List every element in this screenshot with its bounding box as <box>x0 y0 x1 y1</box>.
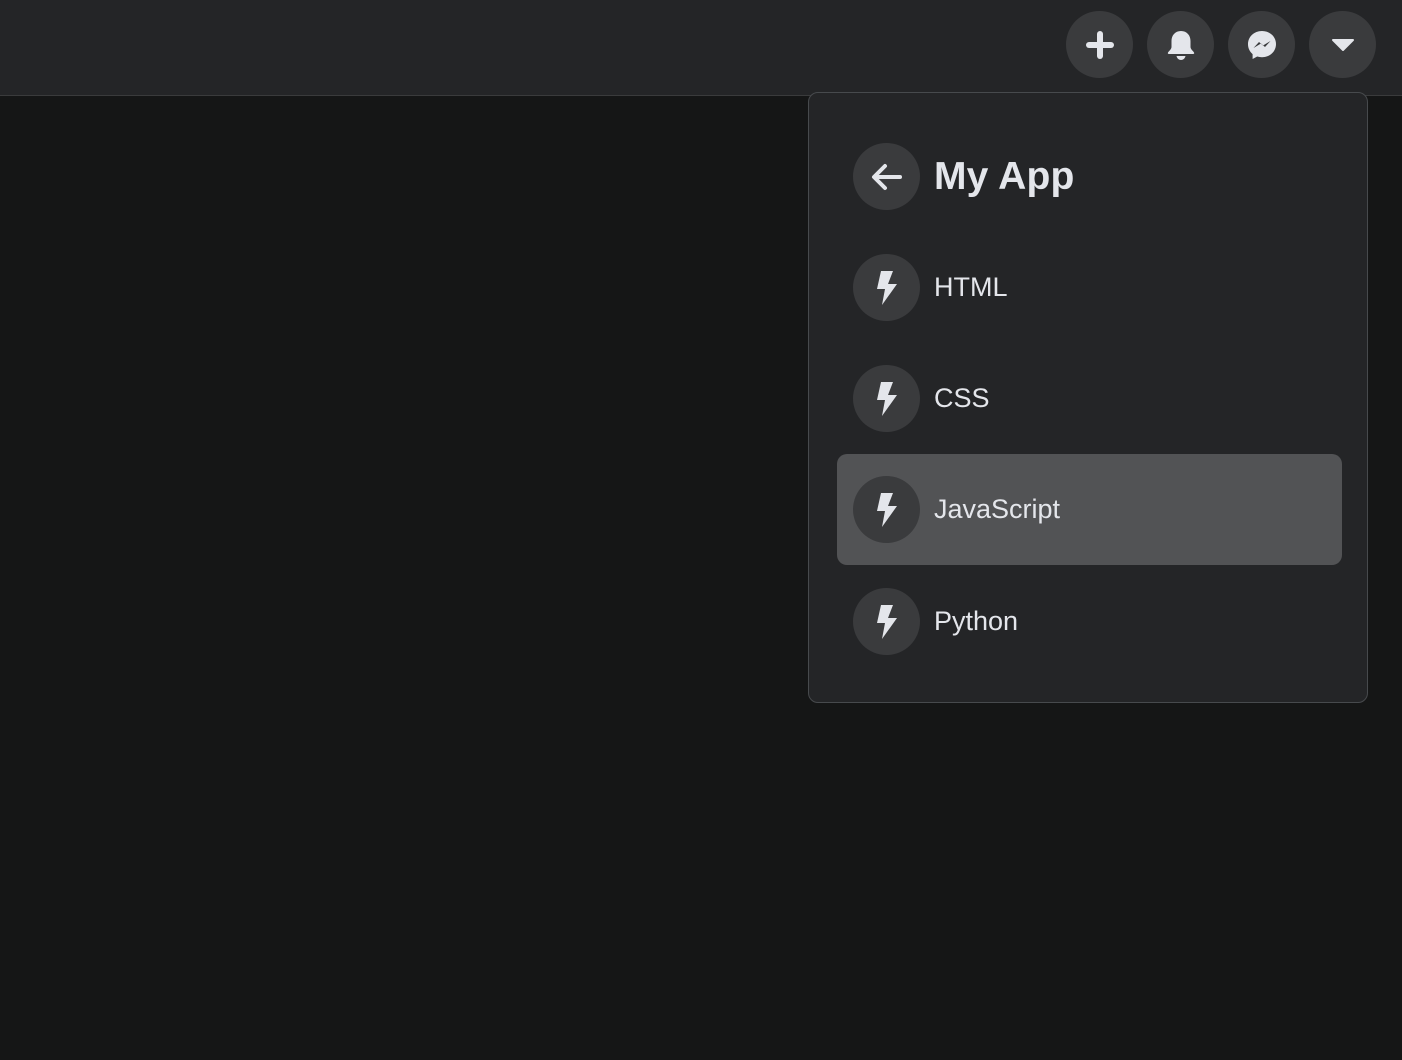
back-button[interactable] <box>853 143 920 210</box>
bolt-icon <box>876 381 897 416</box>
messenger-icon <box>1247 30 1276 59</box>
menu-item-label: HTML <box>934 272 1008 302</box>
menu-item-icon-wrap <box>853 365 920 432</box>
bell-icon <box>1167 30 1194 60</box>
navbar-actions <box>1066 11 1376 78</box>
menu-header: My App <box>853 143 1075 210</box>
messenger-button[interactable] <box>1228 11 1295 78</box>
menu-item-label: Python <box>934 606 1019 636</box>
menu-item-css[interactable]: CSS <box>837 343 1342 454</box>
menu-item-icon-wrap <box>853 476 920 543</box>
bolt-icon <box>876 270 897 305</box>
add-button[interactable] <box>1066 11 1133 78</box>
notifications-button[interactable] <box>1147 11 1214 78</box>
account-menu-button[interactable] <box>1309 11 1376 78</box>
menu-item-python[interactable]: Python <box>837 566 1342 677</box>
top-navbar <box>0 0 1402 96</box>
menu-item-icon-wrap <box>853 588 920 655</box>
menu-title: My App <box>934 154 1075 198</box>
caret-down-icon <box>1331 38 1354 51</box>
plus-icon <box>1085 30 1114 59</box>
bolt-icon <box>876 492 897 527</box>
arrow-left-icon <box>871 163 902 190</box>
menu-item-label: JavaScript <box>934 494 1061 524</box>
dropdown-menu: My App HTML CSS JavaScript Python <box>808 92 1368 703</box>
menu-item-icon-wrap <box>853 254 920 321</box>
bolt-icon <box>876 604 897 639</box>
menu-item-html[interactable]: HTML <box>837 232 1342 343</box>
menu-item-javascript[interactable]: JavaScript <box>837 454 1342 565</box>
menu-item-label: CSS <box>934 383 990 413</box>
